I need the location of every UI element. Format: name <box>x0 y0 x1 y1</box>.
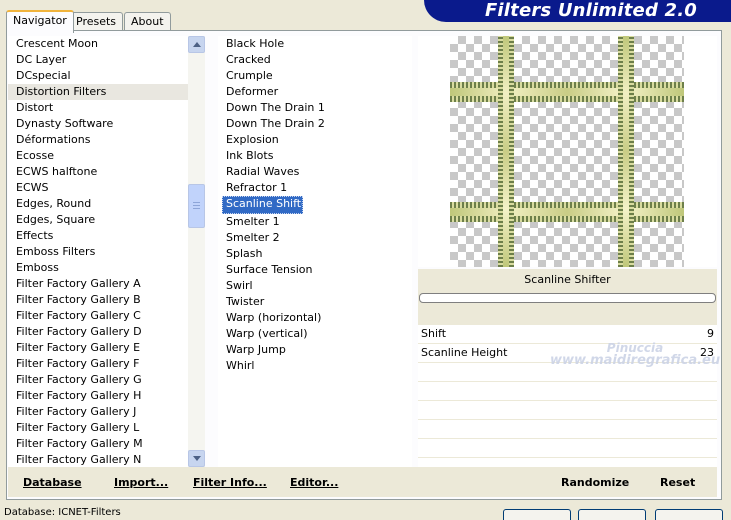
param-value[interactable]: 23 <box>700 344 714 362</box>
list-item[interactable]: Filter Factory Gallery M <box>8 436 205 452</box>
list-item[interactable]: Filter Factory Gallery C <box>8 308 205 324</box>
param-label: Scanline Height <box>421 346 508 359</box>
list-item[interactable]: Smelter 2 <box>218 230 412 246</box>
param-row-scanline-height[interactable]: Scanline Height 23 <box>418 344 717 363</box>
list-item[interactable]: Emboss Filters <box>8 244 205 260</box>
param-row-empty <box>418 363 717 382</box>
list-item[interactable]: Filter Factory Gallery B <box>8 292 205 308</box>
scroll-up-button[interactable] <box>188 36 205 53</box>
list-item[interactable]: ECWS <box>8 180 205 196</box>
param-row-empty <box>418 439 717 458</box>
grip-line <box>193 202 200 203</box>
param-row-empty <box>418 401 717 420</box>
parameter-list: Shift 9 Scanline Height 23 <box>418 325 717 477</box>
list-item[interactable]: Deformer <box>218 84 412 100</box>
list-item[interactable]: Filter Factory Gallery A <box>8 276 205 292</box>
preview-image <box>450 36 684 267</box>
list-item[interactable]: Distortion Filters <box>8 84 205 100</box>
list-item[interactable]: Splash <box>218 246 412 262</box>
chevron-up-icon <box>193 42 201 47</box>
list-item[interactable]: Ecosse <box>8 148 205 164</box>
list-item[interactable]: Whirl <box>218 358 412 374</box>
tab-about[interactable]: About <box>124 12 171 31</box>
param-row-shift[interactable]: Shift 9 <box>418 325 717 344</box>
list-item[interactable]: DCspecial <box>8 68 205 84</box>
list-item[interactable]: Effects <box>8 228 205 244</box>
list-item[interactable]: Edges, Square <box>8 212 205 228</box>
list-item[interactable]: Radial Waves <box>218 164 412 180</box>
list-item[interactable]: Swirl <box>218 278 412 294</box>
list-item[interactable]: Smelter 1 <box>218 214 412 230</box>
filter-info-pane: Scanline Shifter Shift 9 Scanline Height… <box>418 269 717 477</box>
chevron-down-icon <box>193 456 201 461</box>
list-item[interactable]: Dynasty Software <box>8 116 205 132</box>
param-value[interactable]: 9 <box>707 325 714 343</box>
list-item[interactable]: Filter Factory Gallery D <box>8 324 205 340</box>
list-item[interactable]: Ink Blots <box>218 148 412 164</box>
randomize-button[interactable]: Randomize <box>561 476 629 489</box>
preview-pane <box>418 36 717 267</box>
list-item[interactable]: Déformations <box>8 132 205 148</box>
list-item[interactable]: Filter Factory Gallery J <box>8 404 205 420</box>
scroll-thumb[interactable] <box>188 184 205 228</box>
status-text: Database: ICNET-Filters <box>4 507 121 518</box>
preview-band <box>450 82 684 102</box>
list-item[interactable]: Surface Tension <box>218 262 412 278</box>
list-item[interactable]: Filter Factory Gallery F <box>8 356 205 372</box>
list-item[interactable]: Scanline Shifter <box>222 196 303 214</box>
list-item[interactable]: Black Hole <box>218 36 412 52</box>
list-item[interactable]: Filter Factory Gallery N <box>8 452 205 468</box>
param-row-empty <box>418 420 717 439</box>
reset-button[interactable]: Reset <box>660 476 695 489</box>
list-item[interactable]: ECWS halftone <box>8 164 205 180</box>
list-item[interactable]: Filter Factory Gallery L <box>8 420 205 436</box>
filter-info-button[interactable]: Filter Info... <box>193 476 267 489</box>
tab-navigator[interactable]: Navigator <box>6 10 74 33</box>
list-item[interactable]: Filter Factory Gallery E <box>8 340 205 356</box>
list-item[interactable]: Warp Jump <box>218 342 412 358</box>
filter-list[interactable]: Black Hole Cracked Crumple Deformer Down The… <box>218 36 412 467</box>
category-list[interactable]: Crescent Moon DC Layer DCspecial Distortion… <box>8 36 205 467</box>
import-button[interactable]: Import... <box>114 476 168 489</box>
scroll-down-button[interactable] <box>188 450 205 467</box>
list-item[interactable]: Distort <box>8 100 205 116</box>
progress-bar <box>419 293 716 303</box>
list-item[interactable]: Twister <box>218 294 412 310</box>
list-item[interactable]: Refractor 1 <box>218 180 412 196</box>
editor-button[interactable]: Editor... <box>290 476 338 489</box>
list-item[interactable]: Down The Drain 2 <box>218 116 412 132</box>
list-item[interactable]: Filter Factory Gallery G <box>8 372 205 388</box>
category-scrollbar[interactable] <box>188 36 205 467</box>
preview-band <box>618 36 634 267</box>
list-item[interactable]: Down The Drain 1 <box>218 100 412 116</box>
list-item[interactable]: Warp (vertical) <box>218 326 412 342</box>
preview-band <box>498 36 514 267</box>
list-item[interactable]: Filter Factory Gallery H <box>8 388 205 404</box>
param-label: Shift <box>421 327 447 340</box>
param-row-empty <box>418 382 717 401</box>
app-banner: Filters Unlimited 2.0 <box>424 0 731 22</box>
grip-line <box>193 208 200 209</box>
filter-name-label: Scanline Shifter <box>524 273 611 286</box>
preview-band <box>450 202 684 222</box>
list-item[interactable]: DC Layer <box>8 52 205 68</box>
list-item[interactable]: Explosion <box>218 132 412 148</box>
list-item[interactable]: Crumple <box>218 68 412 84</box>
list-item[interactable]: Edges, Round <box>8 196 205 212</box>
list-item[interactable]: Warp (horizontal) <box>218 310 412 326</box>
app-title: Filters Unlimited 2.0 <box>484 0 697 21</box>
tab-presets[interactable]: Presets <box>69 12 124 31</box>
list-item[interactable]: Cracked <box>218 52 412 68</box>
database-button[interactable]: Database <box>23 476 82 489</box>
grip-line <box>193 205 200 206</box>
bottom-toolbar: Database Import... Filter Info... Editor… <box>8 467 717 497</box>
list-item[interactable]: Emboss <box>8 260 205 276</box>
list-item[interactable]: Crescent Moon <box>8 36 205 52</box>
